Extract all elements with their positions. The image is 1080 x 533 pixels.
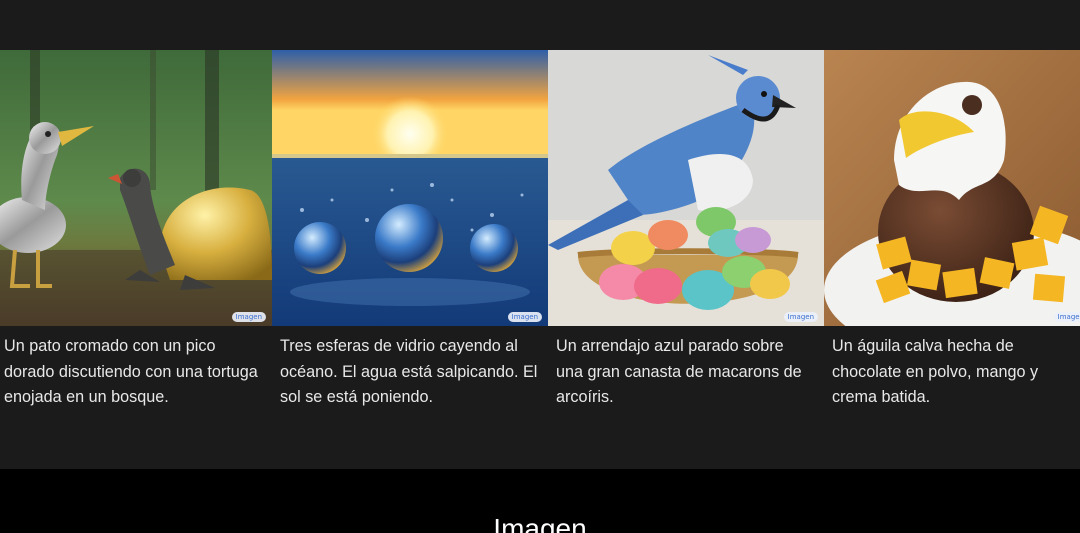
imagen-badge: Imagen bbox=[507, 312, 542, 322]
caption-glass-spheres: Tres esferas de vidrio cayendo al océano… bbox=[280, 337, 538, 406]
caption-duck-turtle: Un pato cromado con un pico dorado discu… bbox=[4, 337, 258, 406]
gallery-image-glass-spheres[interactable]: Imagen bbox=[272, 50, 548, 326]
gallery-image-blue-jay[interactable]: Imagen bbox=[548, 50, 824, 326]
gallery-image-duck-turtle[interactable]: Imagen bbox=[0, 50, 272, 326]
image-strip: Imagen Imagen Imagen Image bbox=[0, 50, 1080, 326]
blue-jay-image bbox=[548, 50, 824, 326]
imagen-badge: Imagen bbox=[231, 312, 266, 322]
caption-eagle: Un águila calva hecha de chocolate en po… bbox=[832, 337, 1039, 406]
duck-turtle-image bbox=[0, 50, 272, 326]
caption-blue-jay: Un arrendajo azul parado sobre una gran … bbox=[556, 337, 802, 406]
caption-row: Un pato cromado con un pico dorado discu… bbox=[0, 334, 1080, 411]
glass-spheres-image bbox=[272, 50, 548, 326]
footer-title: Imagen bbox=[493, 513, 587, 533]
footer-section: Imagen bbox=[0, 469, 1080, 533]
imagen-badge: Imagen bbox=[1053, 312, 1080, 322]
image-gallery: Imagen Imagen Imagen Image Un pato croma… bbox=[0, 0, 1080, 469]
eagle-image bbox=[824, 50, 1080, 326]
gallery-image-eagle[interactable]: Imagen bbox=[824, 50, 1080, 326]
imagen-badge: Imagen bbox=[783, 312, 818, 322]
